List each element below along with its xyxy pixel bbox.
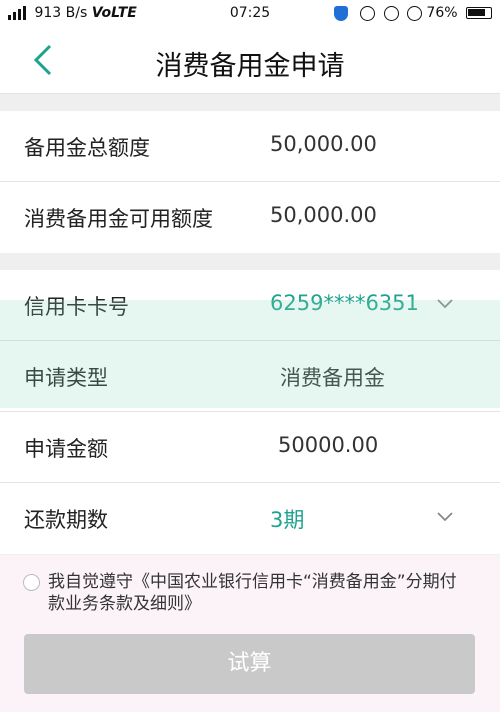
quota-total-value: 50,000.00 (270, 132, 377, 156)
status-bar: 913 B/s VoLTE 07:25 76% (0, 0, 500, 28)
status-right: 76% (333, 5, 492, 21)
battery-percent: 76% (426, 5, 458, 21)
quota-total-label: 备用金总额度 (24, 136, 150, 160)
nav-bar: 消费备用金申请 (0, 28, 500, 94)
quota-section: 备用金总额度 50,000.00 消费备用金可用额度 50,000.00 (0, 111, 500, 253)
quota-available-row: 消费备用金可用额度 50,000.00 (0, 182, 500, 253)
apply-type-value: 消费备用金 (280, 366, 385, 390)
quota-total-row: 备用金总额度 50,000.00 (0, 111, 500, 182)
chevron-down-icon[interactable] (436, 294, 454, 312)
card-number-row[interactable]: 信用卡卡号 6259****6351 (0, 270, 500, 341)
quota-available-value: 50,000.00 (270, 203, 377, 227)
card-number-label: 信用卡卡号 (24, 295, 129, 319)
apply-amount-label: 申请金额 (24, 437, 108, 461)
repay-term-row[interactable]: 还款期数 3期 (0, 483, 500, 554)
agreement-text[interactable]: 我自觉遵守《中国农业银行信用卡“消费备用金”分期付款业务条款及细则》 (48, 571, 458, 615)
card-number-value[interactable]: 6259****6351 (270, 291, 419, 315)
agreement-radio[interactable] (23, 574, 40, 591)
repay-term-label: 还款期数 (24, 508, 108, 532)
repay-term-value[interactable]: 3期 (270, 504, 304, 534)
mute-icon (383, 5, 399, 21)
apply-type-label: 申请类型 (24, 366, 108, 390)
quota-available-label: 消费备用金可用额度 (24, 207, 213, 231)
calc-button[interactable]: 试算 (24, 634, 475, 694)
apply-type-row: 申请类型 消费备用金 (0, 341, 500, 412)
battery-icon (466, 7, 492, 19)
application-form: 信用卡卡号 6259****6351 申请类型 消费备用金 申请金额 50000… (0, 270, 500, 554)
bluetooth-icon (360, 5, 376, 21)
apply-amount-row[interactable]: 申请金额 50000.00 (0, 412, 500, 483)
apply-amount-input[interactable]: 50000.00 (278, 433, 378, 457)
chevron-down-icon[interactable] (436, 507, 454, 525)
alarm-icon (406, 5, 422, 21)
page-title: 消费备用金申请 (155, 51, 345, 82)
shield-icon (333, 5, 348, 21)
